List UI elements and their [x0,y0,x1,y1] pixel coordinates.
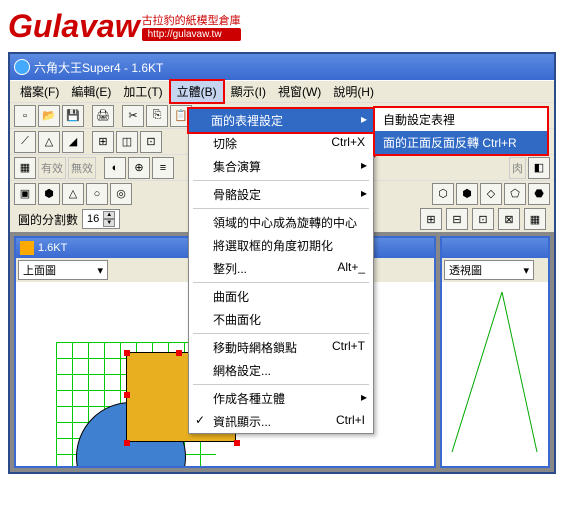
handle[interactable] [124,350,130,356]
tool-b3[interactable]: ≡ [152,157,174,179]
prim-r5[interactable]: ⬣ [528,183,550,205]
prim-cylinder[interactable]: ⬢ [38,183,60,205]
menu-create-solids[interactable]: 作成各種立體▸ [189,387,373,410]
tool-a6[interactable]: ⊡ [140,131,162,153]
toggle-grid[interactable]: ▦ [14,157,36,179]
menu-display[interactable]: 顯示(I) [225,81,272,102]
menu-separator [193,208,369,209]
prim-r1[interactable]: ⬡ [432,183,454,205]
label-flesh: 肉 [509,157,526,179]
submenu-arrow-icon: ▸ [361,390,367,404]
right-view-select[interactable]: 透視圖▾ [444,260,534,280]
label-invalid: 無效 [68,157,96,179]
label-valid: 有效 [38,157,66,179]
view-r4[interactable]: ⊠ [498,208,520,230]
tool-a5[interactable]: ◫ [116,131,138,153]
prim-r4[interactable]: ⬠ [504,183,526,205]
tool-a4[interactable]: ⊞ [92,131,114,153]
menu-center[interactable]: 領域的中心成為旋轉的中心 [189,211,373,234]
menu-boolean[interactable]: 集合演算▸ [189,155,373,178]
right-panel: 透視圖▾ [440,236,550,468]
prim-sphere[interactable]: ○ [86,183,108,205]
submenu-arrow-icon: ▸ [361,158,367,172]
prim-cone[interactable]: △ [62,183,84,205]
menu-face-setting[interactable]: 面的表裡設定▸ [187,107,375,134]
menu-separator [193,282,369,283]
solid-menu: 面的表裡設定▸ 切除Ctrl+X 集合演算▸ 骨骼設定▸ 領域的中心成為旋轉的中… [188,108,374,434]
menu-curve[interactable]: 曲面化 [189,285,373,308]
left-view-select[interactable]: 上面圖▾ [18,260,108,280]
view-r5[interactable]: ▦ [524,208,546,230]
menu-snap[interactable]: 移動時網格鎖點Ctrl+T [189,336,373,359]
view-r1[interactable]: ⊞ [420,208,442,230]
menu-info[interactable]: ✓資訊顯示...Ctrl+I [189,410,373,433]
submenu-auto-face[interactable]: 自動設定表裡 [375,108,547,131]
open-button[interactable]: 📂 [38,105,60,127]
prim-r2[interactable]: ⬢ [456,183,478,205]
handle[interactable] [234,440,240,446]
print-button[interactable]: 🖨 [92,105,114,127]
spin-down[interactable]: ▼ [103,219,115,227]
prim-torus[interactable]: ◎ [110,183,132,205]
menu-window[interactable]: 視窗(W) [272,81,327,102]
perspective-wireframe [442,282,542,462]
copy-button[interactable]: ⎘ [146,105,168,127]
tool-b1[interactable]: ◐ [104,157,126,179]
menu-file[interactable]: 檔案(F) [14,81,65,102]
segment-label: 圓的分割數 [18,211,78,228]
save-button[interactable]: 💾 [62,105,84,127]
menu-process[interactable]: 加工(T) [117,81,168,102]
prim-cube[interactable]: ▣ [14,183,36,205]
right-panel-title [442,238,548,258]
tool-a2[interactable]: △ [38,131,60,153]
menu-help[interactable]: 說明(H) [327,81,380,102]
chevron-down-icon: ▾ [523,264,529,277]
menubar: 檔案(F) 編輯(E) 加工(T) 立體(B) 顯示(I) 視窗(W) 說明(H… [10,80,554,102]
right-canvas[interactable] [442,282,548,466]
handle[interactable] [124,440,130,446]
prim-r3[interactable]: ◇ [480,183,502,205]
menu-uncurve[interactable]: 不曲面化 [189,308,373,331]
view-r2[interactable]: ⊟ [446,208,468,230]
menu-cut[interactable]: 切除Ctrl+X [189,132,373,155]
new-button[interactable]: ▫ [14,105,36,127]
tool-a1[interactable]: ⟋ [14,131,36,153]
segment-spinner[interactable]: 16 ▲ ▼ [82,209,120,229]
spin-up[interactable]: ▲ [103,211,115,219]
logo-url: http://gulavaw.tw [142,28,241,41]
window-title: 六角大王Super4 - 1.6KT [34,59,163,76]
logo-text: Gulavaw [8,8,140,45]
submenu-arrow-icon: ▸ [361,186,367,200]
menu-align[interactable]: 整列...Alt+_ [189,257,373,280]
logo-banner: Gulavaw 古拉豹的紙模型倉庫 http://gulavaw.tw [0,0,564,52]
face-submenu: 自動設定表裡 面的正面反面反轉 Ctrl+R [373,106,549,156]
check-icon: ✓ [195,413,205,427]
handle[interactable] [124,392,130,398]
menu-separator [193,333,369,334]
cut-button[interactable]: ✂ [122,105,144,127]
submenu-arrow-icon: ▸ [361,112,367,126]
menu-solid[interactable]: 立體(B) [169,79,225,104]
handle[interactable] [176,350,182,356]
menu-grid-settings[interactable]: 網格設定... [189,359,373,382]
menu-reset-angle[interactable]: 將選取框的角度初期化 [189,234,373,257]
doc-icon [20,241,34,255]
menu-separator [193,384,369,385]
submenu-flip-face[interactable]: 面的正面反面反轉 Ctrl+R [375,131,547,154]
tool-b2[interactable]: ⊕ [128,157,150,179]
tool-a3[interactable]: ◢ [62,131,84,153]
menu-bone[interactable]: 骨骼設定▸ [189,183,373,206]
menu-separator [193,180,369,181]
chevron-down-icon: ▾ [97,264,103,277]
view-r3[interactable]: ⊡ [472,208,494,230]
menu-edit[interactable]: 編輯(E) [65,81,117,102]
titlebar: 六角大王Super4 - 1.6KT [10,54,554,80]
app-icon [14,59,30,75]
tool-b4[interactable]: ◧ [528,157,550,179]
logo-tagline: 古拉豹的紙模型倉庫 [142,12,241,28]
